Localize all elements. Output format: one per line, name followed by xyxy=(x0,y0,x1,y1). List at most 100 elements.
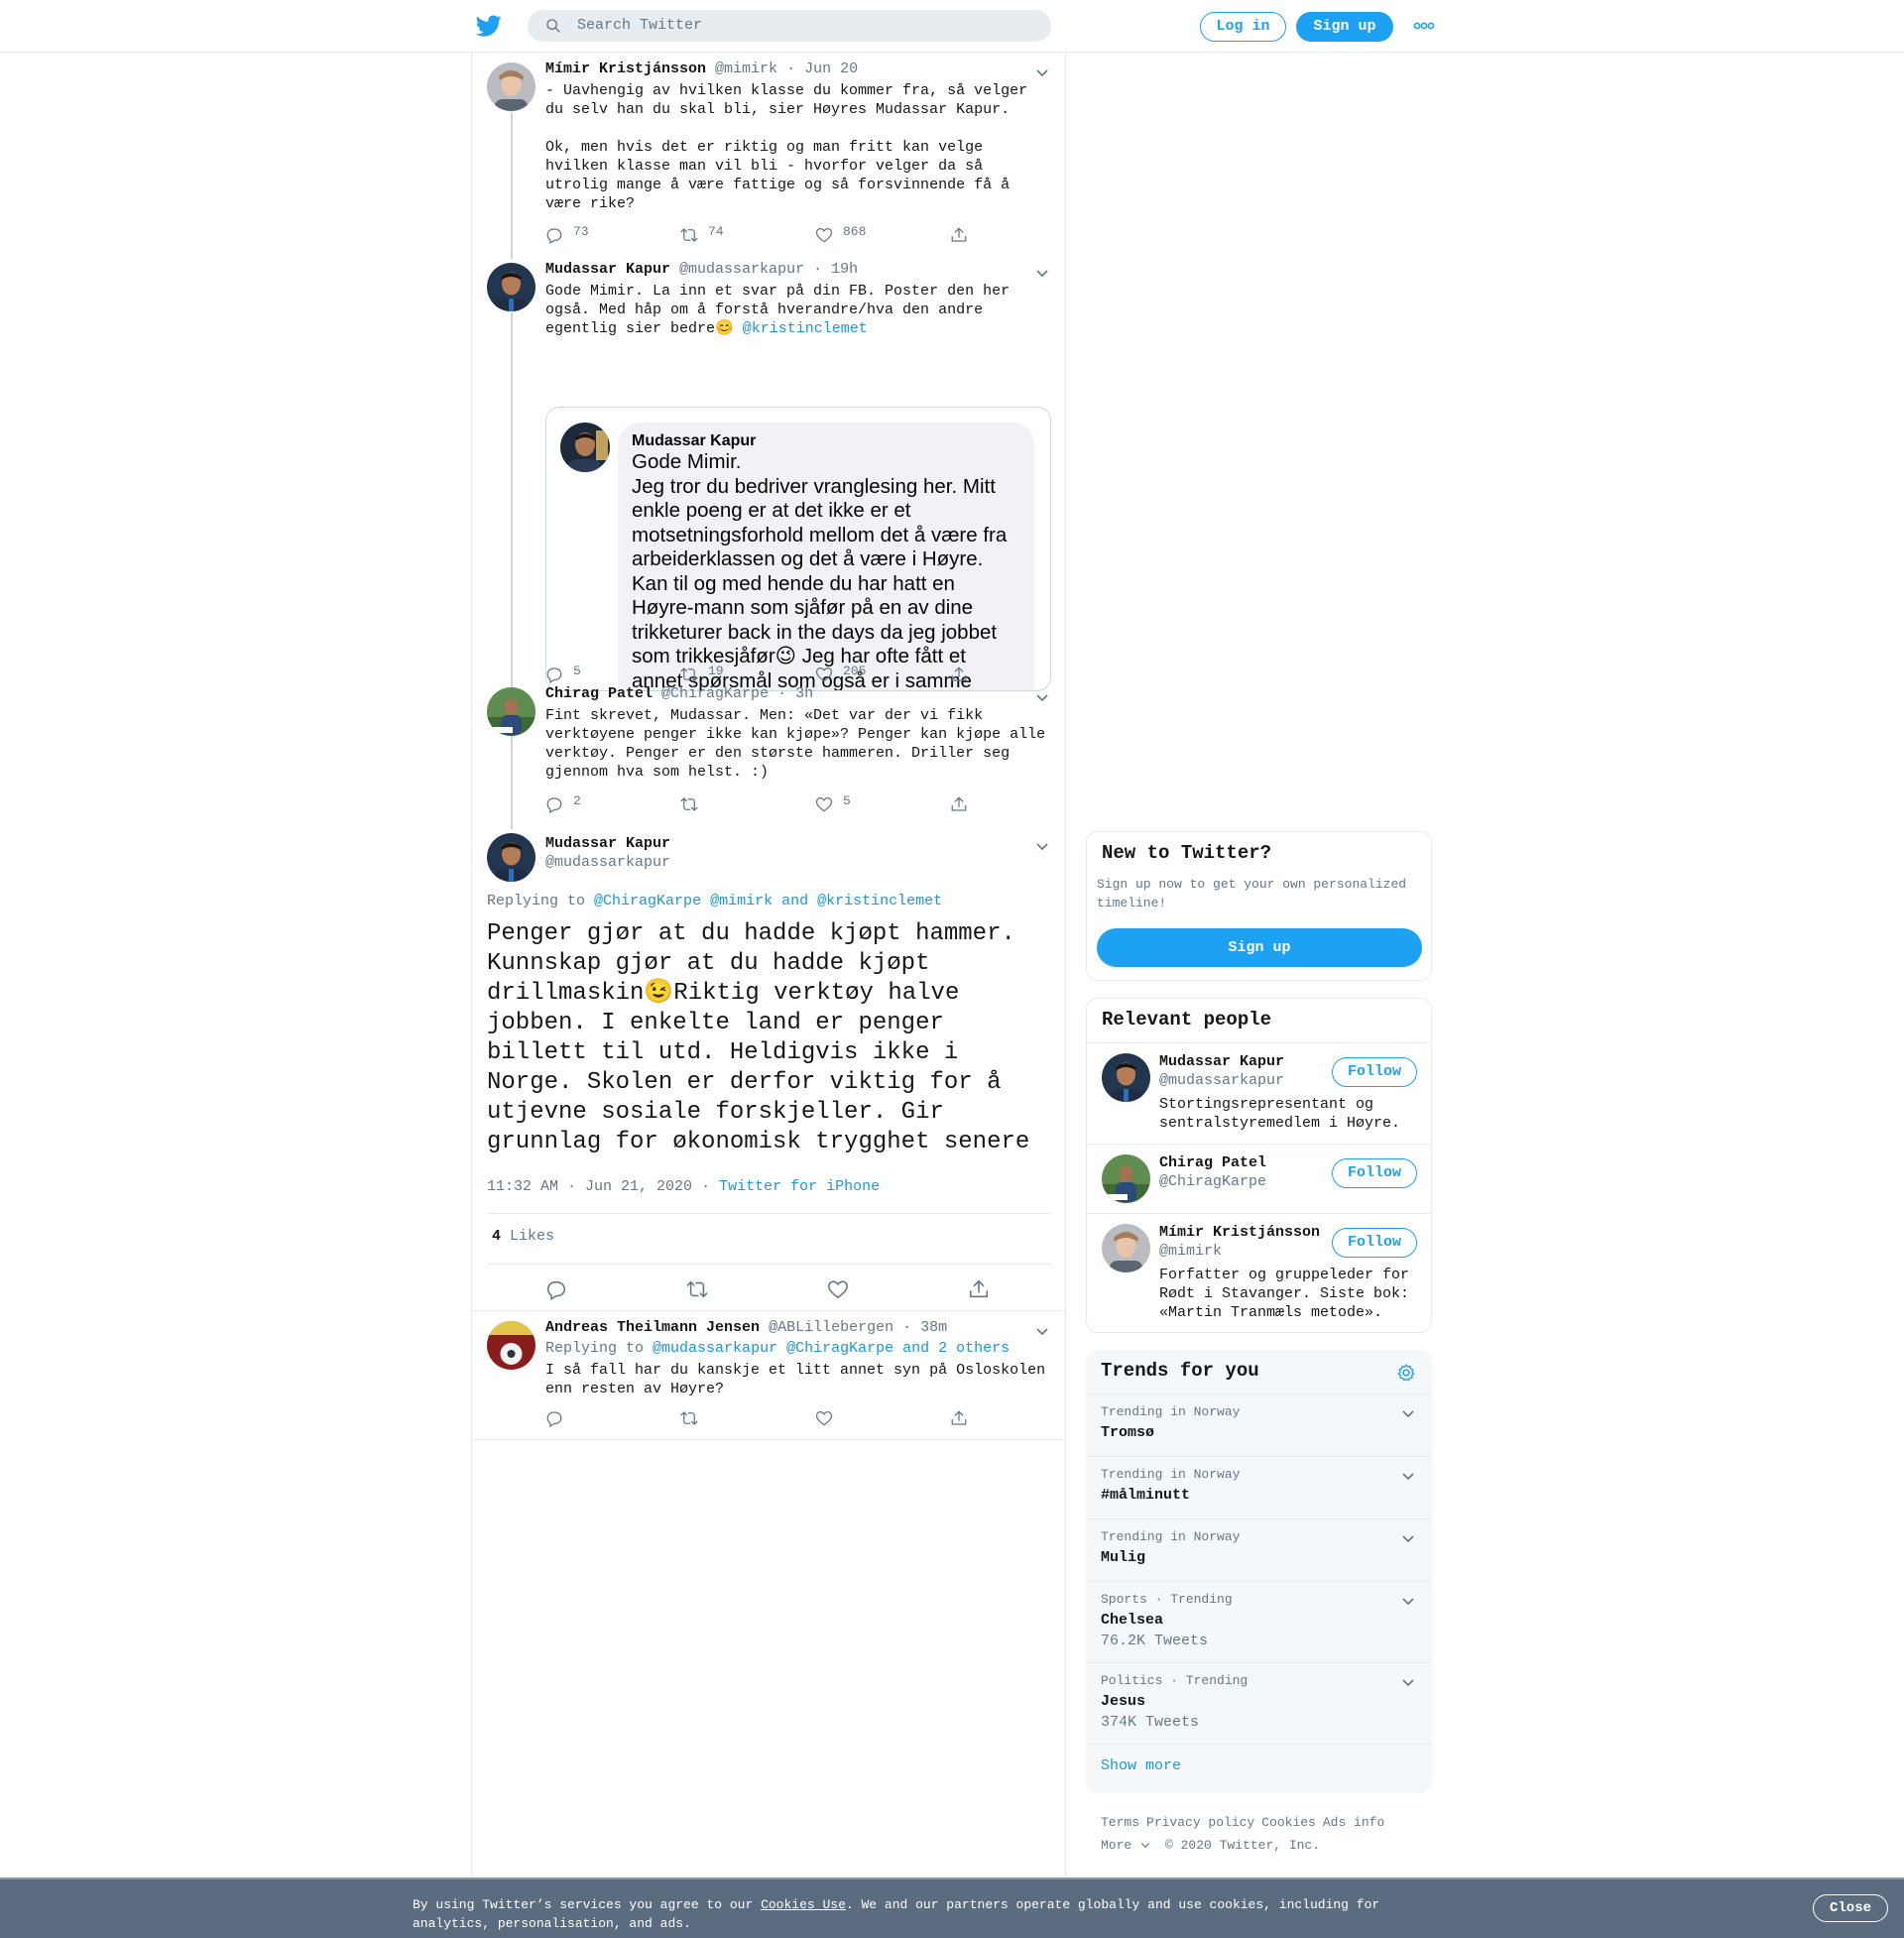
trend-item[interactable]: Politics · Trending Jesus 374K Tweets xyxy=(1086,1662,1432,1744)
share-icon xyxy=(951,227,967,242)
avatar[interactable] xyxy=(1102,1053,1150,1102)
thread-tweet[interactable]: Mímir Kristjánsson @mimirk · Jun 20 - Ua… xyxy=(472,53,1067,251)
chevron-down-icon[interactable] xyxy=(1401,1596,1415,1606)
tweet-time[interactable]: Jun 20 xyxy=(804,61,858,77)
tweet-time[interactable]: 3h xyxy=(795,685,813,702)
follow-button[interactable]: Follow xyxy=(1332,1228,1417,1258)
avatar[interactable] xyxy=(1102,1154,1150,1203)
main-author-handle[interactable]: @mudassarkapur xyxy=(545,854,670,871)
conversation-timeline: Mímir Kristjánsson @mimirk · Jun 20 - Ua… xyxy=(471,53,1067,1877)
more-options-icon[interactable] xyxy=(1413,20,1435,32)
person-item[interactable]: Mímir Kristjánsson @mimirk Forfatter og … xyxy=(1087,1213,1431,1332)
author-handle[interactable]: @mimirk xyxy=(715,61,777,77)
chevron-down-icon[interactable] xyxy=(1401,1408,1415,1418)
replying-to-links[interactable]: @ChiragKarpe @mimirk and @kristinclemet xyxy=(594,893,942,909)
reply-count: 2 xyxy=(573,793,581,808)
footer-link[interactable]: Ads info xyxy=(1323,1815,1384,1830)
replying-to-links[interactable]: @mudassarkapur @ChiragKarpe and 2 others xyxy=(653,1340,1010,1357)
retweet-count: 19 xyxy=(708,664,724,678)
thread-tweet[interactable]: Chirag Patel @ChiragKarpe · 3h Fint skre… xyxy=(472,677,1067,826)
author-handle[interactable]: @mudassarkapur xyxy=(679,261,804,278)
likes-summary[interactable]: 4 Likes xyxy=(487,1213,1052,1265)
twitter-logo-icon[interactable] xyxy=(475,13,503,39)
person-handle[interactable]: @mimirk xyxy=(1159,1243,1222,1260)
follow-button[interactable]: Follow xyxy=(1332,1057,1417,1087)
footer-link[interactable]: Cookies xyxy=(1261,1815,1316,1830)
copyright: © 2020 Twitter, Inc. xyxy=(1165,1838,1321,1853)
chevron-down-icon[interactable] xyxy=(1401,1677,1415,1687)
likes-label: Likes xyxy=(510,1228,555,1245)
tweet-text: I så fall har du kanskje et litt annet s… xyxy=(545,1362,1055,1397)
card-title: Relevant people xyxy=(1102,1009,1272,1030)
card-title: Trends for you xyxy=(1101,1360,1259,1382)
main-author-name[interactable]: Mudassar Kapur xyxy=(545,835,670,852)
person-name[interactable]: Mímir Kristjánsson xyxy=(1159,1224,1320,1241)
avatar[interactable] xyxy=(487,1321,536,1370)
embed-text: Gode Mimir. Jeg tror du bedriver vrangle… xyxy=(632,450,1008,691)
person-item[interactable]: Mudassar Kapur @mudassarkapur Stortingsr… xyxy=(1087,1042,1431,1144)
retweet-icon xyxy=(680,1411,698,1425)
trend-count: 374K Tweets xyxy=(1101,1714,1200,1731)
tweet-actions: 73 74 868 xyxy=(545,224,1041,244)
gear-icon[interactable] xyxy=(1396,1363,1416,1383)
signup-button[interactable]: Sign up xyxy=(1296,12,1393,42)
mention-link[interactable]: @kristinclemet xyxy=(743,320,868,337)
likes-count: 4 xyxy=(492,1228,502,1245)
trend-item[interactable]: Trending in Norway #målminutt xyxy=(1086,1456,1432,1518)
person-handle[interactable]: @ChiragKarpe xyxy=(1159,1173,1266,1190)
tweet-actions xyxy=(545,1407,1041,1427)
tweet-header: Mudassar Kapur @mudassarkapur · 19h xyxy=(545,261,859,278)
person-handle[interactable]: @mudassarkapur xyxy=(1159,1072,1284,1089)
trend-count: 76.2K Tweets xyxy=(1101,1633,1209,1649)
person-name[interactable]: Mudassar Kapur xyxy=(1159,1053,1284,1070)
chevron-down-icon[interactable] xyxy=(1035,268,1049,278)
author-name[interactable]: Mudassar Kapur xyxy=(545,261,670,278)
top-bar: Search Twitter Log in Sign up xyxy=(0,0,1904,53)
trend-item[interactable]: Sports · Trending Chelsea 76.2K Tweets xyxy=(1086,1581,1432,1662)
avatar[interactable] xyxy=(487,263,536,311)
cookies-use-link[interactable]: Cookies Use xyxy=(761,1897,846,1912)
cookie-close-button[interactable]: Close xyxy=(1813,1894,1888,1922)
author-handle[interactable]: @ABLillebergen xyxy=(769,1319,893,1336)
sidebar-signup-button[interactable]: Sign up xyxy=(1097,928,1422,967)
thread-tweet[interactable]: Mudassar Kapur @mudassarkapur · 19h Gode… xyxy=(472,253,1067,691)
footer-links: Terms Privacy policy Cookies Ads info More … xyxy=(1101,1811,1438,1857)
search-box[interactable]: Search Twitter xyxy=(528,10,1051,42)
avatar[interactable] xyxy=(487,62,536,111)
show-more-link[interactable]: Show more xyxy=(1101,1757,1181,1774)
embedded-image[interactable]: Mudassar Kapur Gode Mimir. Jeg tror du b… xyxy=(545,407,1051,691)
trend-item[interactable]: Trending in Norway Mulig xyxy=(1086,1518,1432,1581)
person-name[interactable]: Chirag Patel xyxy=(1159,1154,1266,1171)
footer-link[interactable]: Privacy policy xyxy=(1146,1815,1254,1830)
follow-button[interactable]: Follow xyxy=(1332,1158,1417,1188)
footer-more-button[interactable]: More xyxy=(1101,1838,1150,1853)
avatar[interactable] xyxy=(487,833,536,882)
author-name[interactable]: Andreas Theilmann Jensen xyxy=(545,1319,760,1336)
chevron-down-icon[interactable] xyxy=(1035,67,1049,77)
chevron-down-icon[interactable] xyxy=(1035,692,1049,702)
tweet-time[interactable]: 38m xyxy=(920,1319,947,1336)
tweet-source[interactable]: Twitter for iPhone xyxy=(719,1178,880,1195)
replying-to: Replying to @mudassarkapur @ChiragKarpe … xyxy=(545,1340,1011,1357)
chevron-down-icon[interactable] xyxy=(1401,1533,1415,1543)
reply-icon xyxy=(546,228,562,244)
like-count: 205 xyxy=(843,664,867,678)
footer-link[interactable]: Terms xyxy=(1101,1815,1139,1830)
chevron-down-icon[interactable] xyxy=(1401,1471,1415,1481)
chevron-down-icon[interactable] xyxy=(1035,841,1049,851)
card-title: New to Twitter? xyxy=(1102,842,1272,864)
author-handle[interactable]: @ChiragKarpe xyxy=(661,685,769,702)
trend-name: Chelsea xyxy=(1101,1612,1164,1629)
login-button[interactable]: Log in xyxy=(1200,12,1286,42)
author-name[interactable]: Mímir Kristjánsson xyxy=(545,61,706,77)
avatar[interactable] xyxy=(1102,1224,1150,1272)
person-item[interactable]: Chirag Patel @ChiragKarpe Follow xyxy=(1087,1144,1431,1213)
avatar[interactable] xyxy=(487,687,536,736)
chevron-down-icon[interactable] xyxy=(1035,1326,1049,1336)
trend-item[interactable]: Trending in Norway Tromsø xyxy=(1086,1393,1432,1456)
reply-tweet[interactable]: Andreas Theilmann Jensen @ABLillebergen … xyxy=(472,1311,1067,1440)
author-name[interactable]: Chirag Patel xyxy=(545,685,653,702)
tweet-time[interactable]: 19h xyxy=(831,261,858,278)
tweet-header: Mímir Kristjánsson @mimirk · Jun 20 xyxy=(545,61,859,77)
heart-icon xyxy=(815,1410,833,1426)
